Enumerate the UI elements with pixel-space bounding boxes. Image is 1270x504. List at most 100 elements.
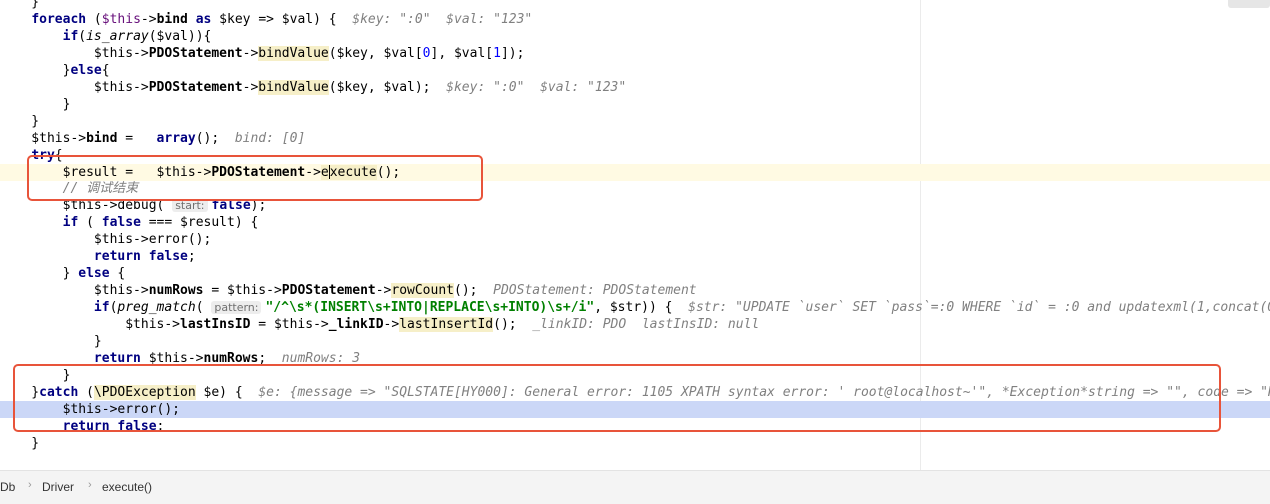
breadcrumb-item-namespace[interactable]: Db [0, 480, 15, 494]
code-token: foreach [31, 11, 87, 27]
code-token: false [101, 215, 141, 231]
code-token: ( [195, 300, 212, 316]
code-token: preg_match [117, 300, 196, 316]
breadcrumb: Db › Driver › execute() [0, 470, 1270, 504]
parameter-hint: pattern: [211, 301, 262, 315]
code-token: $this->error(); [0, 232, 212, 248]
code-token: "/^\s*(INSERT\s+INTO|REPLACE\s+INTO)\s+/… [265, 300, 595, 316]
code-token: } [0, 334, 102, 349]
code-line[interactable]: } [0, 113, 1270, 130]
code-token: } [0, 266, 79, 282]
code-editor[interactable]: } foreach ($this->bind as $key => $val) … [0, 0, 1270, 470]
code-token: = $this-> [203, 283, 282, 299]
code-token: $this-> [0, 317, 181, 333]
debug-value-hint: $str: "UPDATE `user` SET `pass`=:0 WHERE… [688, 300, 1270, 316]
code-token: if [62, 215, 79, 231]
code-token: ($key, $val); [328, 79, 447, 95]
code-token: $this-> [0, 79, 149, 95]
code-token: = $this-> [250, 317, 329, 333]
code-token: = [117, 130, 157, 146]
code-token: 0 [422, 45, 431, 61]
code-token: } [0, 62, 71, 78]
code-line[interactable]: foreach ($this->bind as $key => $val) { … [0, 11, 1270, 28]
code-token: if [62, 28, 79, 44]
breadcrumb-item-method[interactable]: execute() [102, 480, 152, 494]
debug-value-hint: $key: ":0" $val: "123" [352, 11, 533, 27]
code-token: array [156, 130, 196, 146]
debug-value-hint: $key: ":0" $val: "123" [446, 79, 627, 95]
code-line[interactable]: } [0, 435, 1270, 452]
code-token: ], $val[ [430, 45, 494, 61]
code-token: -> [375, 283, 392, 299]
parameter-hint: start: [172, 199, 208, 213]
code-token: ]); [500, 45, 525, 61]
code-token: bindValue [258, 79, 329, 95]
code-token: PDOStatement [148, 79, 243, 95]
code-token: -> [242, 79, 259, 95]
code-token: 1 [493, 45, 501, 61]
code-token: rowCount [391, 283, 454, 299]
breadcrumb-separator-icon: › [88, 479, 92, 491]
code-token: ($val)){ [148, 28, 212, 44]
code-token: ; [187, 249, 196, 265]
code-token: else [70, 62, 102, 78]
code-token: else [78, 266, 110, 282]
code-token: if [93, 300, 110, 316]
breadcrumb-separator-icon: › [28, 479, 32, 491]
code-token: -> [140, 11, 157, 27]
annotation-box-catch [13, 364, 1221, 432]
code-line[interactable]: $this->bind = array(); bind: [0] [0, 130, 1270, 147]
code-line[interactable]: $this->PDOStatement->bindValue($key, $va… [0, 79, 1270, 96]
code-token: -> [383, 317, 400, 333]
code-token: (); [454, 283, 494, 299]
code-line[interactable]: } [0, 0, 1270, 11]
code-token: } [0, 96, 71, 112]
code-line[interactable]: } else { [0, 265, 1270, 282]
code-token: -> [242, 45, 259, 61]
code-token: $this [101, 11, 141, 27]
breadcrumb-item-class[interactable]: Driver [42, 480, 74, 494]
code-token: bindValue [258, 45, 329, 61]
code-token: (); [195, 130, 235, 146]
code-line[interactable]: $this->error(); [0, 231, 1270, 248]
code-token: is_array [86, 28, 149, 44]
debug-value-hint: bind: [0] [234, 130, 306, 146]
code-token: ($key, $val[ [328, 45, 423, 61]
code-line[interactable]: } [0, 96, 1270, 113]
code-token: ( [78, 28, 87, 44]
code-token: (); [493, 317, 533, 333]
code-token: bind [156, 11, 188, 27]
code-line[interactable]: if(is_array($val)){ [0, 28, 1270, 45]
code-token: , $str)) { [594, 300, 689, 316]
code-token: === $result) { [140, 215, 259, 231]
code-line[interactable]: $this->PDOStatement->bindValue($key, $va… [0, 45, 1270, 62]
code-token: ( [86, 11, 102, 27]
code-token: { [109, 266, 126, 282]
code-token: $this-> [0, 130, 87, 146]
code-token: $this-> [0, 45, 149, 61]
code-token: } [0, 0, 40, 10]
code-line[interactable]: }else{ [0, 62, 1270, 79]
code-line[interactable]: return false; [0, 248, 1270, 265]
debug-value-hint: _linkID: PDO lastInsID: null [532, 317, 760, 333]
debug-value-hint: PDOStatement: PDOStatement [493, 283, 697, 299]
code-token: lastInsertId [399, 317, 494, 333]
code-token: _linkID [328, 317, 384, 333]
code-token: as [195, 11, 212, 27]
code-line[interactable]: $this->numRows = $this->PDOStatement->ro… [0, 282, 1270, 299]
code-token: bind [86, 130, 118, 146]
code-line[interactable]: } [0, 333, 1270, 350]
code-line[interactable]: $this->lastInsID = $this->_linkID->lastI… [0, 316, 1270, 333]
code-token: } [0, 113, 40, 129]
code-token: numRows [148, 283, 204, 299]
code-token: lastInsID [180, 317, 251, 333]
code-token: ( [78, 215, 102, 231]
code-line[interactable]: if(preg_match( pattern: "/^\s*(INSERT\s+I… [0, 299, 1270, 316]
code-line[interactable]: if ( false === $result) { [0, 214, 1270, 231]
